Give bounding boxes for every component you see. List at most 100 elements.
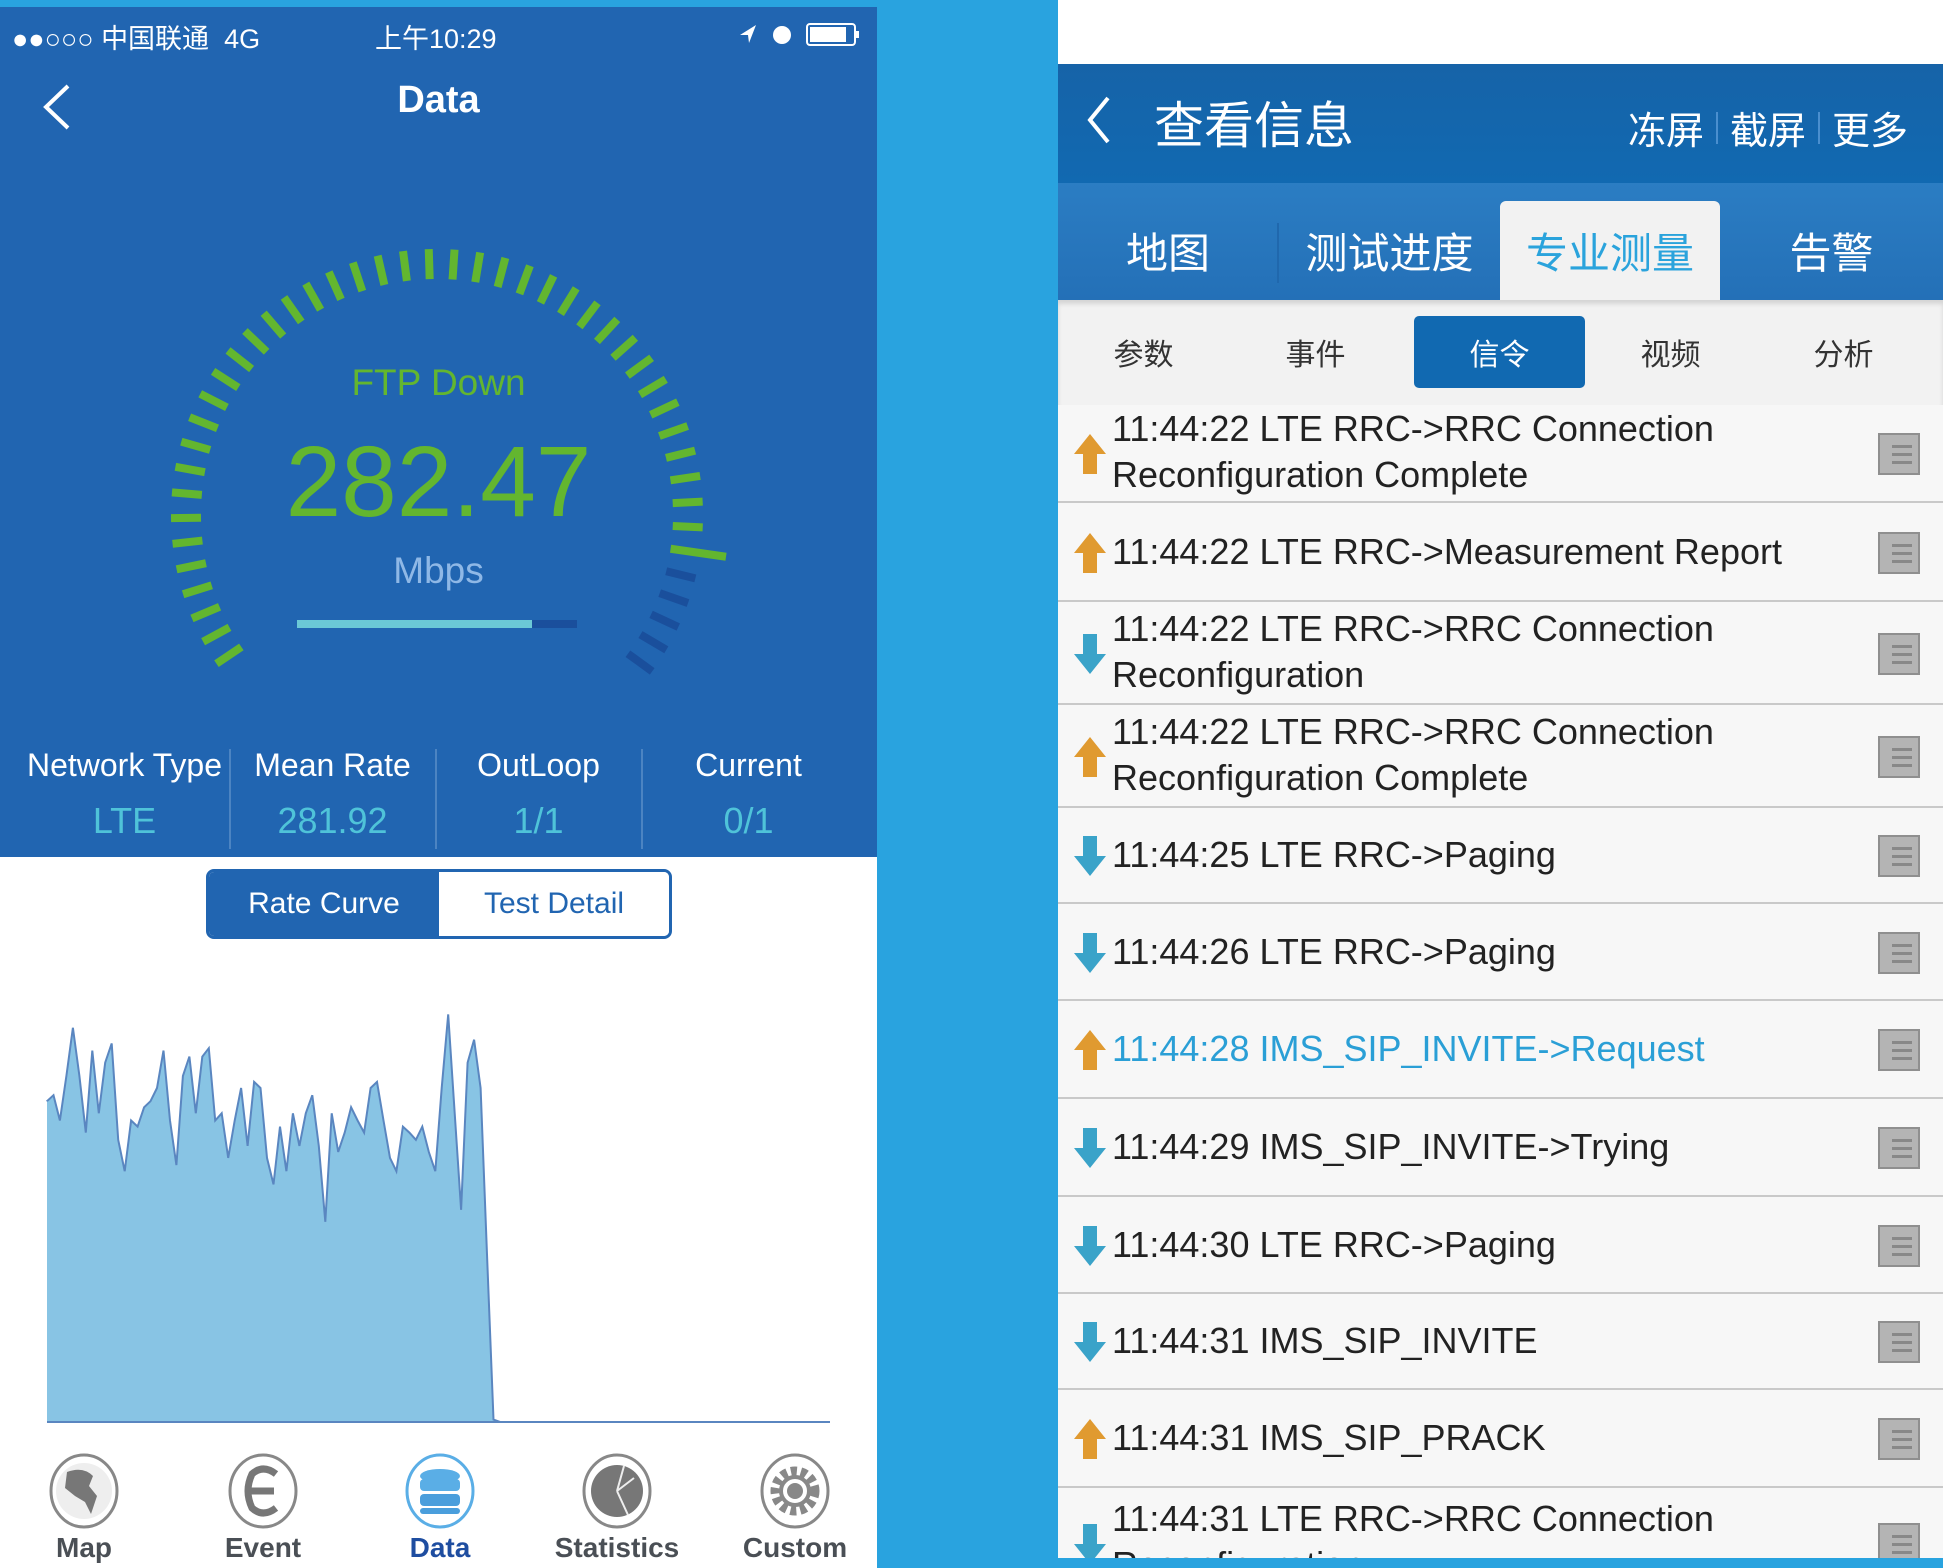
message-line: Reconfiguration [1112, 1542, 1714, 1558]
detail-document-icon[interactable] [1878, 932, 1920, 974]
signaling-row[interactable]: 11:44:29 IMS_SIP_INVITE->Trying [1058, 1099, 1943, 1197]
message-line: 11:44:22 LTE RRC->RRC Connection [1112, 608, 1714, 649]
freeze-screen-button[interactable]: 冻屏 [1628, 100, 1704, 155]
detail-document-icon[interactable] [1878, 1418, 1920, 1460]
signaling-row[interactable]: 11:44:31 IMS_SIP_INVITE [1058, 1294, 1943, 1390]
detail-document-icon[interactable] [1878, 1523, 1920, 1558]
signaling-row[interactable]: 11:44:22 LTE RRC->RRC Connection Reconfig… [1058, 405, 1943, 503]
tab-map[interactable]: Map [9, 1452, 159, 1564]
stat-label: OutLoop [477, 747, 600, 783]
data-header: ●●○○○ 中国联通 4G 上午10:29 Data FTP Down 282.… [0, 7, 877, 857]
tab-data[interactable]: Data [365, 1452, 515, 1564]
tab-custom[interactable]: Custom [720, 1452, 870, 1564]
gauge-tick [325, 270, 345, 302]
gauge-tick [638, 631, 669, 654]
detail-document-icon[interactable] [1878, 1321, 1920, 1363]
subtab-analysis[interactable]: 分析 [1758, 316, 1929, 388]
gauge-tick [658, 589, 690, 607]
tab-label: Data [409, 1532, 471, 1563]
message-text: 11:44:22 LTE RRC->Measurement Report [1112, 529, 1782, 575]
main-tabs: 地图 测试进度 专业测量 告警 [1058, 183, 1943, 300]
signaling-row[interactable]: 11:44:25 LTE RRC->Paging [1058, 808, 1943, 904]
downlink-arrow-icon [1074, 836, 1106, 876]
tab-alarm[interactable]: 告警 [1720, 201, 1943, 300]
subtab-signaling[interactable]: 信令 [1414, 316, 1585, 388]
pie-chart-icon [582, 1453, 652, 1529]
gauge-tick [349, 261, 367, 293]
stat-mean-rate: Mean Rate 281.92 [230, 747, 435, 842]
message-line: 11:44:22 LTE RRC->RRC Connection [1112, 711, 1714, 752]
screenshot-button[interactable]: 截屏 [1730, 100, 1806, 155]
gauge-tick [471, 251, 485, 283]
signaling-row[interactable]: 11:44:30 LTE RRC->Paging [1058, 1197, 1943, 1294]
message-line: 11:44:30 LTE RRC->Paging [1112, 1224, 1556, 1265]
sub-tabs: 参数 事件 信令 视频 分析 [1058, 300, 1943, 405]
segment-rate-curve[interactable]: Rate Curve [209, 872, 439, 936]
stat-label: Current [695, 747, 802, 783]
stat-value: LTE [92, 800, 157, 841]
gauge-tick [649, 610, 680, 631]
signaling-row[interactable]: 11:44:22 LTE RRC->RRC Connection Reconfig… [1058, 705, 1943, 808]
subtab-video[interactable]: 视频 [1585, 316, 1756, 388]
signaling-row[interactable]: 11:44:31 IMS_SIP_PRACK [1058, 1390, 1943, 1488]
event-icon [228, 1453, 298, 1529]
gauge-tick [515, 264, 534, 296]
detail-document-icon[interactable] [1878, 736, 1920, 778]
signaling-row[interactable]: 11:44:28 IMS_SIP_INVITE->Request [1058, 1001, 1943, 1099]
more-button[interactable]: 更多 [1832, 100, 1908, 155]
uplink-arrow-icon [1074, 1030, 1106, 1070]
stat-value: 1/1 [513, 800, 564, 841]
stat-network-type: Network Type LTE [22, 747, 227, 842]
tab-map[interactable]: 地图 [1058, 201, 1278, 300]
gauge-tick [280, 295, 305, 325]
gauge-tick [424, 249, 434, 280]
message-line: Reconfiguration Complete [1112, 454, 1529, 495]
tab-professional-measurement[interactable]: 专业测量 [1500, 201, 1720, 300]
database-icon [405, 1453, 475, 1529]
message-line: 11:44:29 IMS_SIP_INVITE->Trying [1112, 1126, 1670, 1167]
signaling-row[interactable]: 11:44:22 LTE RRC->RRC Connection Reconfig… [1058, 602, 1943, 705]
detail-document-icon[interactable] [1878, 532, 1920, 574]
message-text: 11:44:28 IMS_SIP_INVITE->Request [1112, 1026, 1705, 1072]
subtab-events[interactable]: 事件 [1230, 316, 1401, 388]
detail-document-icon[interactable] [1878, 1029, 1920, 1071]
segment-test-detail[interactable]: Test Detail [439, 872, 669, 936]
downlink-arrow-icon [1074, 1128, 1106, 1168]
downlink-arrow-icon [1074, 1322, 1106, 1362]
tab-test-progress[interactable]: 测试进度 [1279, 201, 1500, 300]
gauge-tick [190, 603, 222, 623]
gauge-tick [536, 274, 558, 305]
uplink-arrow-icon [1074, 737, 1106, 777]
gauge-tick [493, 256, 510, 288]
detail-document-icon[interactable] [1878, 835, 1920, 877]
message-text: 11:44:22 LTE RRC->RRC Connection Reconfig… [1112, 406, 1714, 498]
subtab-parameters[interactable]: 参数 [1058, 316, 1229, 388]
header-actions: 冻屏 截屏 更多 [1628, 100, 1908, 155]
tab-statistics[interactable]: Statistics [542, 1452, 692, 1564]
message-line: 11:44:22 LTE RRC->Measurement Report [1112, 531, 1782, 572]
detail-document-icon[interactable] [1878, 1127, 1920, 1169]
globe-icon [49, 1453, 119, 1529]
detail-document-icon[interactable] [1878, 633, 1920, 675]
view-segmented-control: Rate Curve Test Detail [206, 869, 672, 939]
message-text: 11:44:31 LTE RRC->RRC Connection Reconfig… [1112, 1496, 1714, 1558]
signaling-row[interactable]: 11:44:31 LTE RRC->RRC Connection Reconfig… [1058, 1488, 1943, 1558]
detail-document-icon[interactable] [1878, 433, 1920, 475]
signaling-row[interactable]: 11:44:26 LTE RRC->Paging [1058, 904, 1943, 1001]
message-text: 11:44:30 LTE RRC->Paging [1112, 1222, 1556, 1268]
tab-label: Map [56, 1532, 112, 1563]
signaling-row[interactable]: 11:44:22 LTE RRC->Measurement Report [1058, 503, 1943, 602]
stat-label: Network Type [26, 747, 223, 783]
back-chevron-icon[interactable] [1084, 92, 1114, 148]
stat-current: Current 0/1 [646, 747, 851, 842]
gauge-tick [448, 249, 459, 280]
gauge-tick [594, 316, 621, 345]
stat-value: 281.92 [277, 800, 388, 841]
message-line: 11:44:28 IMS_SIP_INVITE->Request [1112, 1028, 1705, 1069]
stat-value: 0/1 [723, 800, 774, 841]
top-blank [1058, 0, 1943, 64]
downlink-arrow-icon [1074, 634, 1106, 674]
tab-event[interactable]: Event [188, 1452, 338, 1564]
detail-document-icon[interactable] [1878, 1225, 1920, 1267]
gauge-tick [399, 250, 411, 282]
